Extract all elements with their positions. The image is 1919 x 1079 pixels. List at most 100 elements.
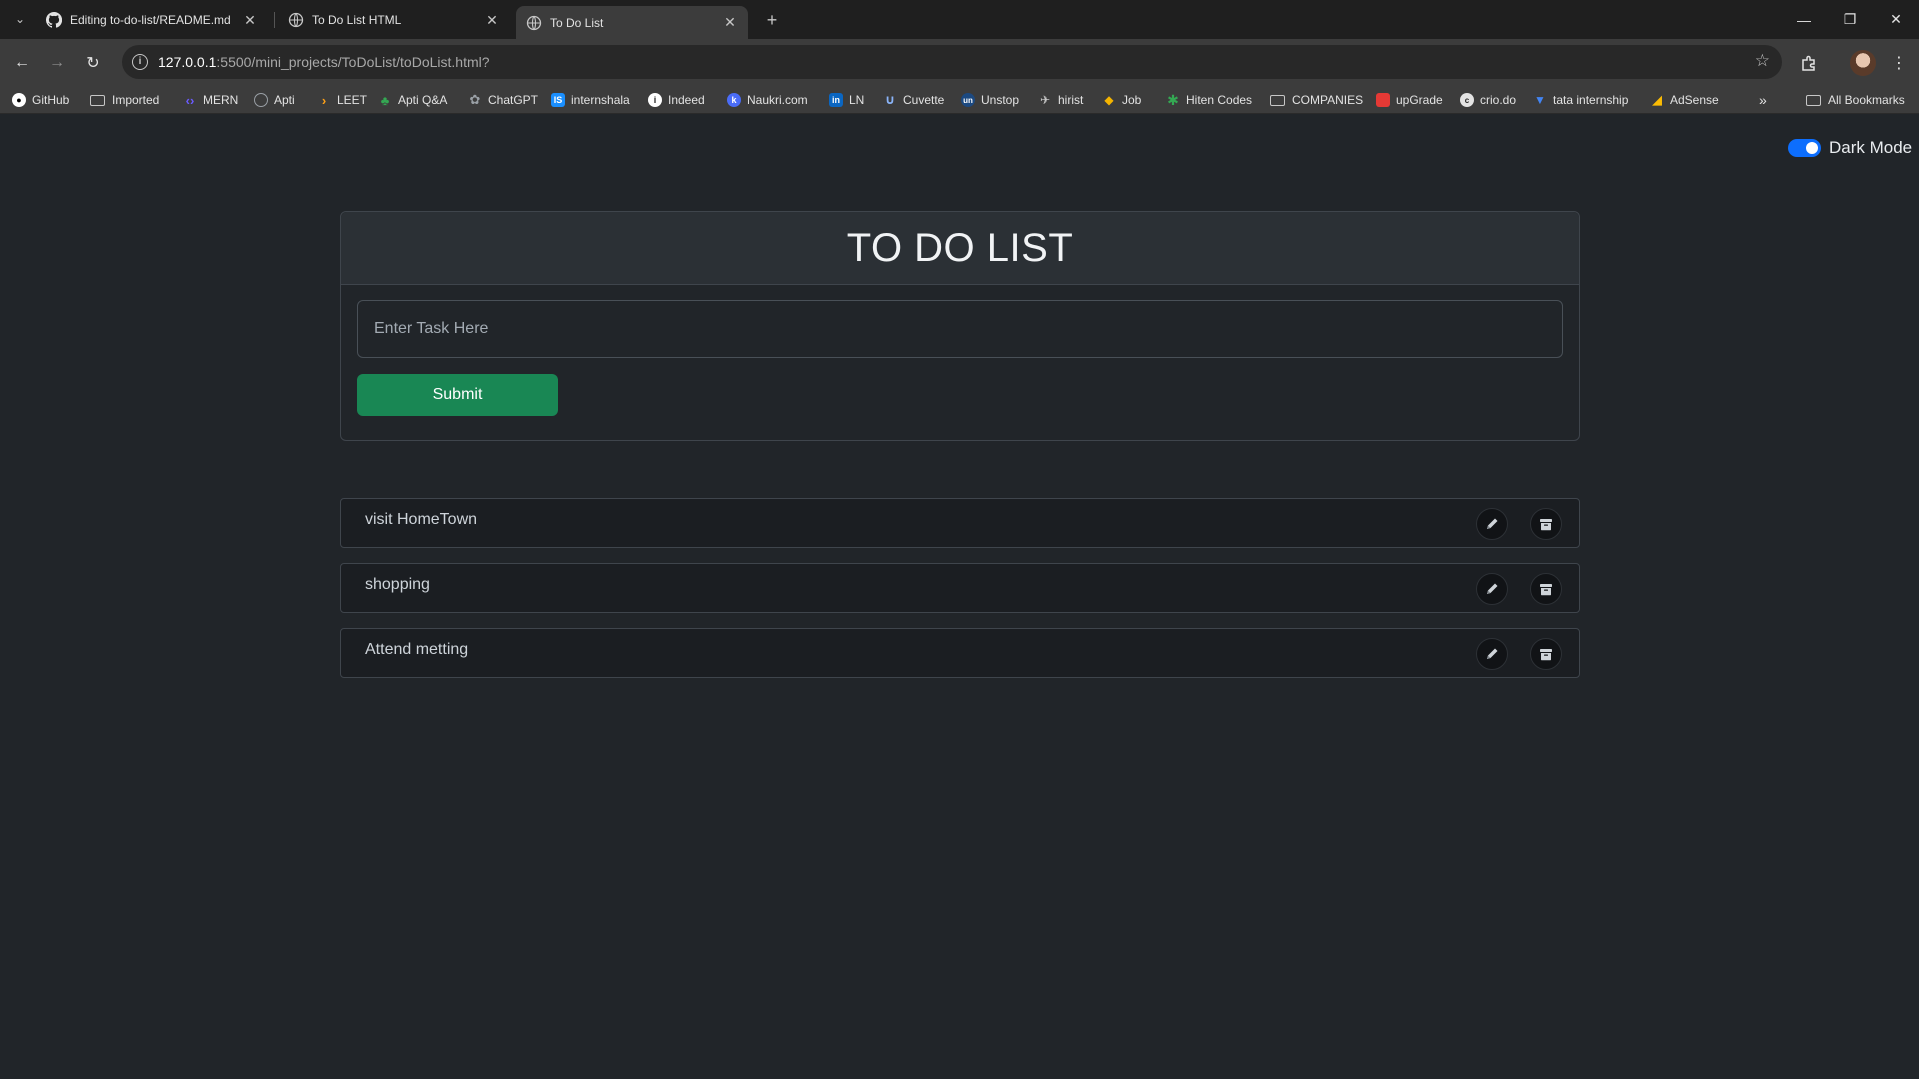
close-window-button[interactable]: ✕ — [1873, 0, 1919, 39]
task-list: visit HomeTown shopping Attend metting — [340, 498, 1580, 693]
bookmark-mern[interactable]: ‹› MERN — [183, 91, 239, 109]
bookmark-ln[interactable]: in LN — [829, 91, 864, 109]
dark-mode-switch[interactable] — [1788, 139, 1821, 157]
tab-title: To Do List — [550, 15, 604, 30]
submit-button[interactable]: Submit — [357, 374, 558, 416]
bookmark-leet[interactable]: › LEET — [317, 91, 367, 109]
delete-button[interactable] — [1530, 573, 1562, 605]
leetcode-icon: › — [321, 92, 327, 108]
edit-button[interactable] — [1476, 508, 1508, 540]
folder-icon — [90, 94, 105, 106]
naukri-icon: k — [727, 93, 741, 107]
bookmark-label: GitHub — [32, 93, 70, 107]
globe-icon — [288, 12, 304, 28]
bookmark-chatgpt[interactable]: ✿ ChatGPT — [468, 91, 538, 109]
folder-icon — [1270, 94, 1285, 106]
forward-button[interactable]: → — [43, 49, 71, 77]
task-item: Attend metting — [340, 628, 1580, 678]
cuvette-icon: ∪ — [884, 92, 896, 107]
bookmark-hirist[interactable]: ✈ hirist — [1038, 91, 1083, 109]
task-text: shopping — [365, 576, 430, 593]
bookmark-internshala[interactable]: IS internshala — [551, 91, 630, 109]
url-text[interactable]: 127.0.0.1:5500/mini_projects/ToDoList/to… — [158, 54, 490, 70]
tab-readme[interactable]: Editing to-do-list/README.md ✕ — [36, 6, 268, 34]
bookmark-label: MERN — [203, 93, 239, 107]
bookmark-label: Hiten Codes — [1186, 93, 1253, 107]
bookmark-label: Job — [1122, 93, 1142, 107]
url-path: :5500/mini_projects/ToDoList/toDoList.ht… — [216, 54, 490, 70]
bookmark-imported[interactable]: Imported — [90, 91, 159, 109]
bookmark-adsense[interactable]: ◢ AdSense — [1650, 91, 1719, 109]
task-input[interactable] — [357, 300, 1563, 358]
menu-kebab-icon[interactable]: ⋮ — [1886, 50, 1912, 76]
tab-title: Editing to-do-list/README.md — [70, 13, 231, 27]
bookmark-label: crio.do — [1480, 93, 1517, 107]
profile-avatar[interactable] — [1850, 50, 1876, 76]
card-header: TO DO LIST — [341, 212, 1579, 285]
bookmark-label: Naukri.com — [747, 93, 808, 107]
bookmark-indeed[interactable]: i Indeed — [648, 91, 705, 109]
bookmark-tata-internship[interactable]: ▼ tata internship — [1533, 91, 1628, 109]
bookmark-label: Apti Q&A — [398, 93, 448, 107]
tab-strip: ⌄ Editing to-do-list/README.md ✕ To Do L… — [0, 0, 1919, 39]
url-host: 127.0.0.1 — [158, 54, 217, 70]
pencil-icon — [1487, 648, 1498, 659]
bookmark-label: COMPANIES — [1292, 93, 1364, 107]
bookmark-companies[interactable]: COMPANIES — [1270, 91, 1363, 109]
bookmark-apti-qa[interactable]: ♣ Apti Q&A — [378, 91, 448, 109]
pencil-icon — [1487, 518, 1498, 529]
leaf-icon: ♣ — [380, 92, 390, 108]
bookmark-hiten-codes[interactable]: ✱ Hiten Codes — [1166, 91, 1252, 109]
bookmark-job[interactable]: ◆ Job — [1102, 91, 1141, 109]
tata-icon: ▼ — [1534, 93, 1546, 107]
bookmark-github[interactable]: ● GitHub — [12, 91, 69, 109]
folder-icon — [1806, 94, 1821, 106]
code-icon: ‹› — [185, 92, 195, 108]
close-icon[interactable]: ✕ — [722, 14, 738, 31]
all-bookmarks[interactable]: All Bookmarks — [1806, 91, 1905, 109]
task-item: visit HomeTown — [340, 498, 1580, 548]
restore-button[interactable]: ❐ — [1827, 0, 1873, 39]
task-text: visit HomeTown — [365, 511, 478, 528]
pencil-icon — [1487, 583, 1498, 594]
reload-button[interactable]: ↻ — [79, 49, 107, 77]
site-info-icon[interactable]: i — [132, 54, 148, 70]
tab-search-icon[interactable]: ⌄ — [8, 7, 32, 31]
more-bookmarks-chevron-icon[interactable]: » — [1759, 91, 1767, 109]
bookmark-label: upGrade — [1396, 93, 1443, 107]
tab-todo-list[interactable]: To Do List ✕ — [516, 6, 748, 39]
close-icon[interactable]: ✕ — [242, 12, 258, 29]
dark-mode-toggle[interactable]: Dark Mode — [1788, 138, 1912, 158]
archive-icon — [1540, 584, 1552, 596]
tab-todo-html[interactable]: To Do List HTML ✕ — [278, 6, 510, 34]
bookmark-upgrade[interactable]: upGrade — [1376, 91, 1443, 109]
address-bar[interactable]: i 127.0.0.1:5500/mini_projects/ToDoList/… — [122, 45, 1782, 79]
bookmark-apti[interactable]: Apti — [254, 91, 295, 109]
close-icon[interactable]: ✕ — [484, 12, 500, 29]
bookmark-cuvette[interactable]: ∪ Cuvette — [883, 91, 945, 109]
bookmark-label: Cuvette — [903, 93, 945, 107]
bookmark-unstop[interactable]: un Unstop — [961, 91, 1019, 109]
adsense-icon: ◢ — [1652, 92, 1662, 107]
bookmark-naukri[interactable]: k Naukri.com — [727, 91, 808, 109]
bookmark-star-icon[interactable]: ☆ — [1755, 51, 1770, 71]
edit-button[interactable] — [1476, 638, 1508, 670]
delete-button[interactable] — [1530, 508, 1562, 540]
delete-button[interactable] — [1530, 638, 1562, 670]
dark-mode-label: Dark Mode — [1829, 138, 1913, 157]
bookmark-crio[interactable]: c crio.do — [1460, 91, 1516, 109]
globe-icon — [254, 93, 268, 107]
bookmark-label: Apti — [274, 93, 295, 107]
github-icon: ● — [12, 93, 26, 107]
upgrad-icon — [1376, 93, 1390, 107]
bookmark-label: internshala — [571, 93, 630, 107]
bookmark-label: hirist — [1058, 93, 1084, 107]
extensions-icon[interactable] — [1796, 50, 1822, 76]
crio-icon: c — [1460, 93, 1474, 107]
back-button[interactable]: ← — [8, 49, 36, 77]
new-tab-button[interactable]: + — [760, 8, 784, 32]
minimize-button[interactable]: — — [1781, 0, 1827, 39]
asterisk-icon: ✱ — [1167, 91, 1179, 108]
edit-button[interactable] — [1476, 573, 1508, 605]
hirist-icon: ✈ — [1039, 93, 1051, 107]
